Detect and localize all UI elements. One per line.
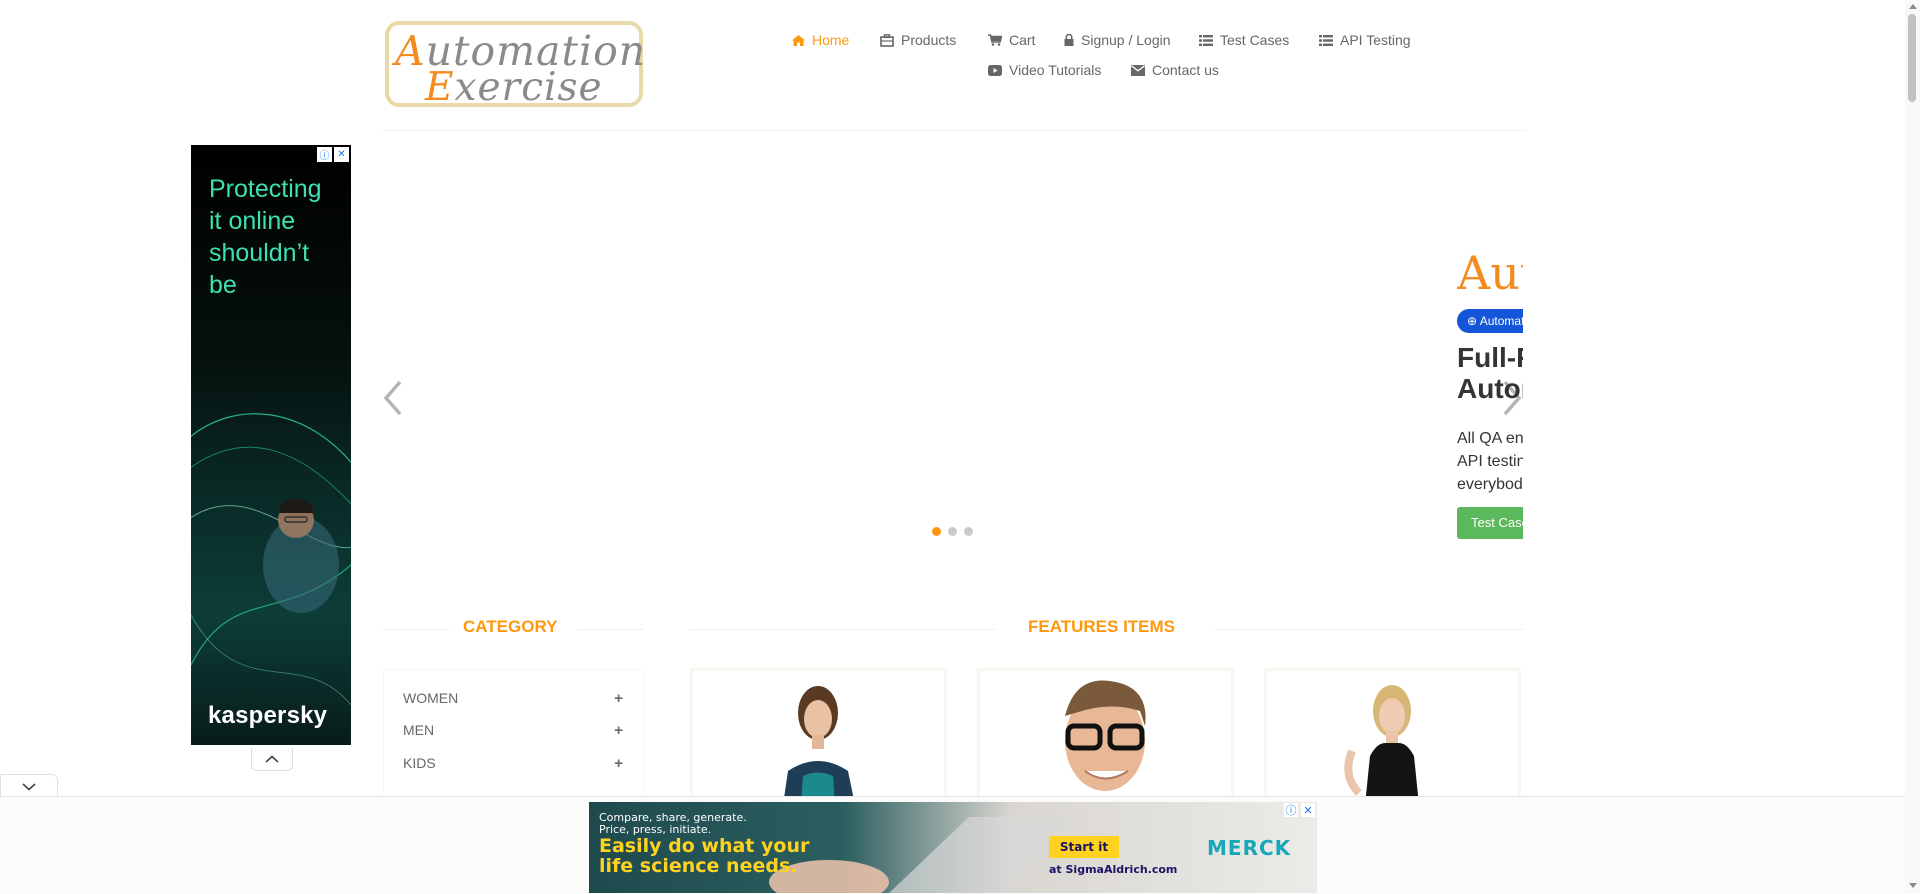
slider-text-line2: API testing either they are at beginner … (1457, 453, 1523, 470)
nav-contact-us-label: Contact us (1152, 62, 1219, 78)
chevron-down-icon (22, 782, 36, 791)
nav-cart-link[interactable]: Cart (988, 32, 1035, 48)
product-image (1344, 685, 1419, 805)
youtube-play-icon (988, 64, 1002, 76)
category-item-men[interactable]: MEN + (403, 722, 623, 739)
nav-signup-login-label: Signup / Login (1081, 32, 1171, 48)
ad-info-icon[interactable]: ⓘ (317, 147, 332, 162)
slider-title: Automation (1457, 246, 1523, 300)
nav-api-testing-label: API Testing (1340, 32, 1411, 48)
slider-dot-3[interactable] (964, 527, 973, 536)
bottom-ad-collapse-button[interactable] (0, 774, 58, 798)
bottom-ad-tagline: Compare, share, generate. Price, press, … (599, 812, 747, 836)
bottom-ad-headline-line1: Easily do what your (599, 835, 810, 857)
product-image (980, 671, 1231, 805)
nav-test-cases-label: Test Cases (1220, 32, 1290, 48)
slider-indicators (932, 527, 973, 536)
chevron-up-icon (265, 755, 279, 763)
plus-icon[interactable]: + (614, 722, 623, 739)
slider-heading-line1: Full-Fledged practice website for (1457, 342, 1523, 373)
nav-video-tutorials-link[interactable]: Video Tutorials (988, 62, 1101, 78)
nav-contact-us-link[interactable]: Contact us (1131, 62, 1219, 78)
home-icon (792, 34, 805, 46)
cart-icon (988, 34, 1002, 46)
nav-products-label: Products (901, 32, 957, 48)
left-ad-collapse-button[interactable] (251, 748, 293, 771)
slider-description: All QA engineers can use this website fo… (1457, 427, 1523, 496)
features-title-line-left (690, 629, 995, 630)
product-card[interactable] (690, 668, 947, 808)
bottom-ad-site: at SigmaAldrich.com (1049, 863, 1178, 876)
category-item-kids[interactable]: KIDS + (403, 755, 623, 772)
ad-info-icon[interactable]: ⓘ (1284, 803, 1298, 817)
bottom-banner-ad[interactable]: Compare, share, generate. Price, press, … (589, 802, 1317, 893)
list-icon (1319, 34, 1333, 46)
product-card[interactable] (1264, 668, 1521, 808)
slider-badge-label: Automation Exercise (1479, 314, 1523, 328)
site-logo[interactable]: Automation Exercise (385, 21, 645, 110)
briefcase-icon (880, 33, 894, 47)
ad-left-headline: Protecting it online shouldn’t be (209, 175, 322, 299)
category-item-label: KIDS (403, 755, 436, 771)
ad-left-brand: kaspersky (208, 702, 328, 729)
scroll-down-arrow-icon[interactable] (1908, 881, 1917, 890)
nav-home-label: Home (812, 32, 850, 48)
slider-dot-2[interactable] (948, 527, 957, 536)
category-item-label: MEN (403, 722, 435, 738)
plus-icon[interactable]: + (614, 690, 623, 707)
bottom-ad-headline-line2: life science needs. (599, 855, 798, 877)
logo-letter-e: E (425, 65, 455, 110)
category-item-women[interactable]: WOMEN + (403, 690, 623, 707)
category-title-line-left (383, 629, 449, 630)
slider-badge: ⊕ Automation Exercise (1457, 309, 1523, 333)
nav-video-tutorials-label: Video Tutorials (1009, 62, 1102, 78)
logo-letter-a: A (395, 27, 426, 75)
bottom-ad-headline: Easily do what your life science needs. (599, 836, 809, 876)
list-icon (1199, 34, 1213, 46)
slider-heading-line2: Automation Engineers (1457, 373, 1523, 404)
ad-close-icon[interactable]: ✕ (334, 147, 349, 162)
bottom-ad-brand: MERCK (1207, 836, 1292, 860)
nav-signup-login-link[interactable]: Signup / Login (1064, 32, 1171, 48)
category-title: CATEGORY (463, 617, 558, 636)
slider-heading: Full-Fledged practice website for Automa… (1457, 342, 1523, 404)
left-banner-ad[interactable]: Protecting it online shouldn’t be kasper… (191, 145, 351, 745)
chevron-left-icon (383, 380, 402, 416)
slider-dot-1[interactable] (932, 527, 941, 536)
plus-icon[interactable]: + (614, 755, 623, 772)
nav-home-link[interactable]: Home (792, 32, 849, 48)
nav-cart-label: Cart (1009, 32, 1036, 48)
nav-test-cases-link[interactable]: Test Cases (1199, 32, 1289, 48)
slider-text-line1: All QA engineers can use this website fo… (1457, 430, 1523, 447)
lock-icon (1064, 34, 1074, 46)
page-scrollbar[interactable] (1905, 0, 1920, 893)
product-card[interactable] (977, 668, 1234, 808)
bottom-ad-start-button[interactable]: Start it (1049, 836, 1119, 858)
product-image (783, 686, 855, 805)
logo-text-exercise: xercise (454, 65, 603, 110)
nav-api-testing-link[interactable]: API Testing (1319, 32, 1411, 48)
envelope-icon (1131, 64, 1145, 76)
features-title-line-right (1215, 629, 1523, 630)
nav-products-link[interactable]: Products (880, 32, 956, 48)
category-item-label: WOMEN (403, 690, 459, 706)
scrollbar-thumb[interactable] (1908, 14, 1916, 102)
slider-button-label: Test Cases (1457, 507, 1523, 539)
scroll-up-arrow-icon[interactable] (1908, 2, 1917, 11)
slider-text-line3: everybody to help them brush up their au… (1457, 476, 1523, 493)
slider-test-cases-button[interactable]: Test Cases (1457, 507, 1523, 539)
header-divider (383, 130, 1525, 131)
badge-icon: ⊕ (1467, 314, 1480, 328)
ad-close-icon[interactable]: ✕ (1301, 803, 1315, 817)
category-title-line-right (578, 629, 644, 630)
slider-prev-arrow[interactable] (383, 380, 403, 421)
features-title: FEATURES ITEMS (1028, 617, 1176, 636)
